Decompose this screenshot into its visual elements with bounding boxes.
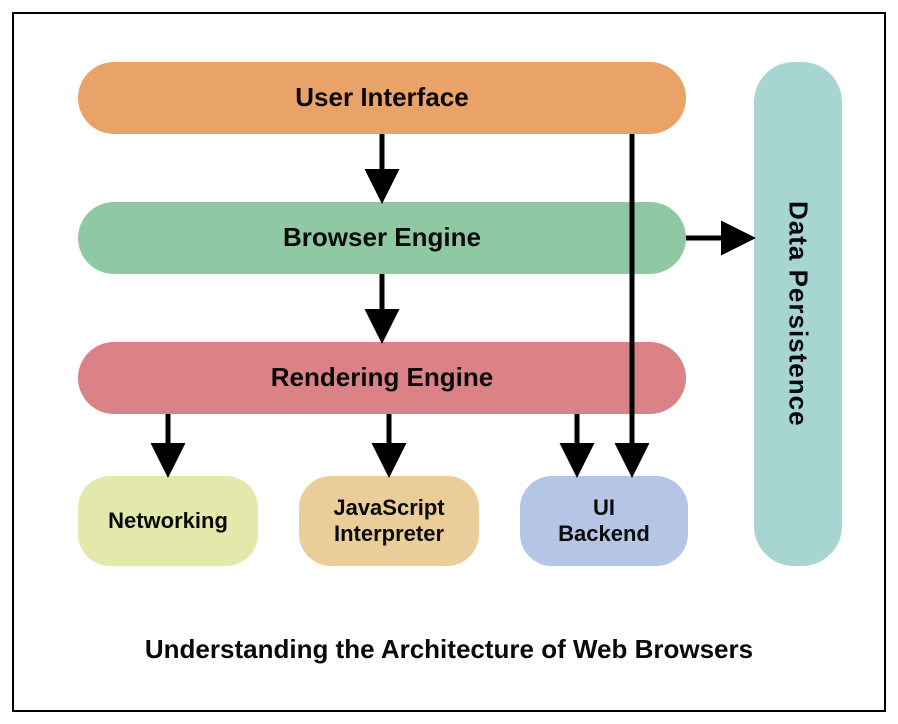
box-label: JavaScriptInterpreter: [333, 495, 444, 548]
box-user-interface: User Interface: [78, 62, 686, 134]
box-networking: Networking: [78, 476, 258, 566]
box-label: Rendering Engine: [271, 362, 493, 393]
box-browser-engine: Browser Engine: [78, 202, 686, 274]
diagram-frame: User Interface Browser Engine Rendering …: [12, 12, 886, 712]
box-label: Data Persistence: [782, 201, 813, 427]
box-label: UIBackend: [558, 495, 650, 548]
box-label: User Interface: [295, 82, 468, 113]
box-js-interpreter: JavaScriptInterpreter: [299, 476, 479, 566]
box-ui-backend: UIBackend: [520, 476, 688, 566]
caption-text: Understanding the Architecture of Web Br…: [145, 634, 753, 664]
box-label: Networking: [108, 508, 228, 534]
box-data-persistence: Data Persistence: [754, 62, 842, 566]
box-rendering-engine: Rendering Engine: [78, 342, 686, 414]
diagram-title: Understanding the Architecture of Web Br…: [14, 634, 884, 665]
box-label: Browser Engine: [283, 222, 481, 253]
